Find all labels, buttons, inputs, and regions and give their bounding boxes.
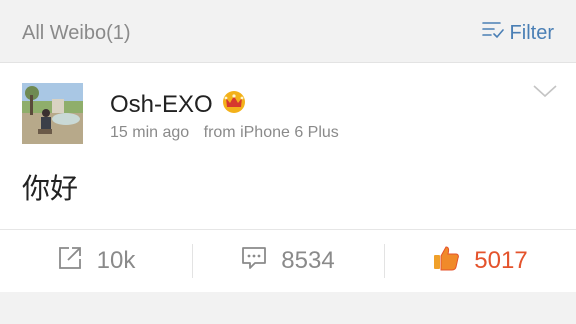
post-content: 你好 bbox=[22, 173, 79, 204]
bottom-background bbox=[0, 292, 576, 324]
post-time: 15 min ago bbox=[110, 124, 190, 141]
repost-icon bbox=[57, 245, 83, 278]
filter-icon bbox=[481, 20, 504, 46]
like-button[interactable]: 5017 bbox=[384, 230, 576, 292]
like-count: 5017 bbox=[474, 247, 528, 274]
repost-button[interactable]: 10k bbox=[0, 230, 192, 292]
post-source: from iPhone 6 Plus bbox=[203, 124, 339, 141]
post-author[interactable]: Osh-EXO bbox=[110, 89, 247, 120]
comment-count: 8534 bbox=[281, 247, 335, 274]
header-bar: All Weibo(1) Filter bbox=[0, 0, 576, 62]
chevron-down-icon bbox=[532, 85, 558, 103]
action-bar: 10k 8534 5017 bbox=[0, 229, 576, 293]
repost-count: 10k bbox=[96, 247, 136, 274]
post-meta: 15 min ago from iPhone 6 Plus bbox=[110, 124, 339, 142]
thumbs-up-icon bbox=[432, 244, 460, 279]
feed-title: All Weibo(1) bbox=[22, 22, 131, 44]
avatar[interactable] bbox=[22, 83, 83, 144]
comment-icon bbox=[241, 245, 267, 278]
filter-button[interactable]: Filter bbox=[481, 20, 554, 46]
post-menu-button[interactable] bbox=[532, 83, 558, 104]
username-text: Osh-EXO bbox=[110, 90, 213, 118]
comment-button[interactable]: 8534 bbox=[192, 230, 384, 292]
crown-icon bbox=[221, 89, 247, 120]
filter-label: Filter bbox=[509, 21, 554, 44]
weibo-post-card: Osh-EXO 15 min ago from iPhone 6 Plus 你好 bbox=[0, 62, 576, 230]
